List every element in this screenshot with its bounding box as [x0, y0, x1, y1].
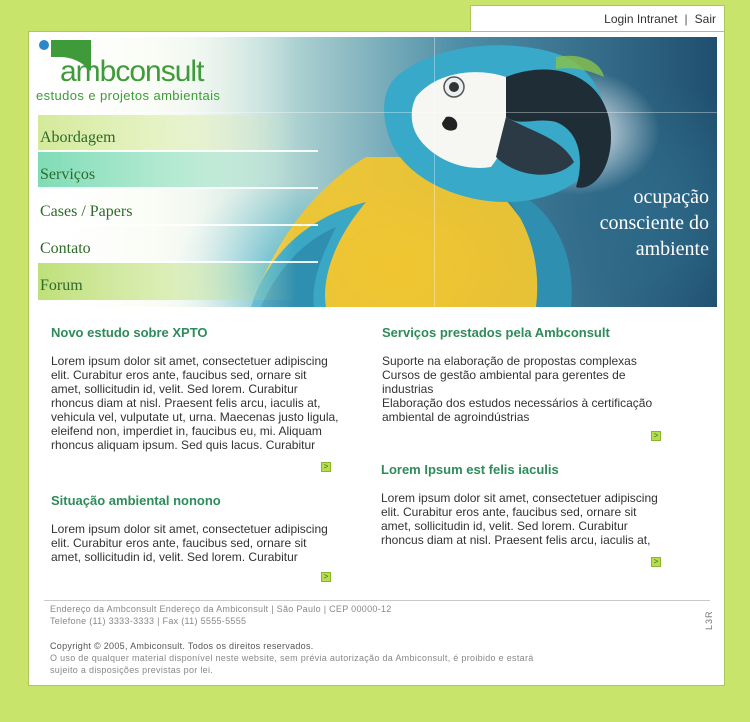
footer-disclaimer: sujeito a disposições previstas por lei.: [50, 665, 214, 675]
nav-item-label: Serviços: [40, 166, 96, 183]
footer-phones: Telefone (11) 3333-3333 | Fax (11) 5555-…: [50, 616, 247, 626]
article-line: Lorem ipsum dolor sit amet, consectetuer…: [51, 354, 328, 368]
nav-item-forum[interactable]: Forum: [38, 263, 318, 300]
article-line: Suporte na elaboração de propostas compl…: [382, 354, 637, 368]
top-bar-separator: |: [684, 12, 688, 26]
page-container: ambconsult estudos e projetos ambientais…: [28, 31, 725, 686]
nav-item-abordagem[interactable]: Abordagem: [38, 115, 318, 152]
slogan-line: ambiente: [635, 238, 709, 260]
article-title[interactable]: Novo estudo sobre XPTO: [51, 325, 351, 340]
designer-credit[interactable]: L3R: [704, 600, 718, 630]
read-more-button[interactable]: >: [321, 462, 331, 472]
article-line: ambiental de agroindústrias: [382, 410, 530, 424]
hero-grid-line: [36, 112, 717, 113]
logo[interactable]: ambconsult estudos e projetos ambientais: [36, 37, 236, 112]
main-nav: Abordagem Serviços Cases / Papers Contat…: [38, 115, 318, 300]
logo-brand: ambconsult: [60, 55, 204, 88]
article-line: amet, sollicitudin id, velit. Sed lorem.…: [381, 519, 628, 533]
top-bar: Login Intranet | Sair: [470, 5, 725, 32]
nav-item-servicos[interactable]: Serviços: [38, 152, 318, 189]
article-line: elit. Curabitur eros ante, faucibus sed,…: [51, 368, 307, 382]
article-line: industrias: [382, 382, 434, 396]
read-more-button[interactable]: >: [321, 572, 331, 582]
article-line: amet, sollicitudin id, velit. Sed lorem.…: [51, 550, 298, 564]
article-line: rhoncus aliquam ipsum. Sed quis lacus. C…: [51, 438, 316, 452]
article-line: Cursos de gestão ambiental para gerentes…: [382, 368, 626, 382]
read-more-button[interactable]: >: [651, 557, 661, 567]
hero-slogan: ocupação consciente do ambiente: [509, 184, 709, 262]
login-intranet-link[interactable]: Login Intranet: [604, 12, 677, 26]
footer-divider: [44, 600, 710, 601]
footer-copyright: Copyright © 2005, Ambiconsult. Todos os …: [50, 641, 314, 651]
hero-banner: ambconsult estudos e projetos ambientais…: [36, 37, 717, 307]
nav-item-cases-papers[interactable]: Cases / Papers: [38, 189, 318, 226]
article-line: elit. Curabitur eros ante, faucibus sed,…: [381, 505, 637, 519]
article-novo-estudo: Novo estudo sobre XPTO Lorem ipsum dolor…: [51, 325, 351, 452]
nav-item-label: Abordagem: [40, 129, 116, 146]
article-title[interactable]: Situação ambiental nonono: [51, 493, 351, 508]
article-line: elit. Curabitur eros ante, faucibus sed,…: [51, 536, 307, 550]
logo-tagline: estudos e projetos ambientais: [36, 88, 221, 103]
article-servicos-prestados: Serviços prestados pela Ambconsult Supor…: [382, 325, 682, 424]
article-line: eleifend non, imperdiet in, faucibus eu,…: [51, 424, 322, 438]
article-line: Elaboração dos estudos necessários à cer…: [382, 396, 653, 410]
article-line: Lorem ipsum dolor sit amet, consectetuer…: [51, 522, 328, 536]
nav-item-label: Forum: [40, 277, 83, 294]
hero-grid-line: [434, 37, 435, 307]
article-situacao-ambiental: Situação ambiental nonono Lorem ipsum do…: [51, 493, 351, 564]
article-line: rhoncus diam at nisl. Praesent felis arc…: [381, 533, 651, 547]
slogan-line: consciente do: [599, 212, 709, 234]
article-lorem-ipsum: Lorem Ipsum est felis iaculis Lorem ipsu…: [381, 462, 681, 547]
article-line: Lorem ipsum dolor sit amet, consectetuer…: [381, 491, 658, 505]
nav-item-label: Cases / Papers: [40, 203, 133, 220]
footer-disclaimer: O uso de qualquer material disponível ne…: [50, 653, 534, 663]
logout-link[interactable]: Sair: [695, 12, 716, 26]
article-title[interactable]: Lorem Ipsum est felis iaculis: [381, 462, 681, 477]
article-title[interactable]: Serviços prestados pela Ambconsult: [382, 325, 682, 340]
slogan-line: ocupação: [633, 186, 709, 208]
nav-item-contato[interactable]: Contato: [38, 226, 318, 263]
article-line: amet, sollicitudin id, velit. Sed lorem.…: [51, 382, 298, 396]
nav-item-label: Contato: [40, 240, 91, 257]
footer-address: Endereço da Ambconsult Endereço da Ambic…: [50, 604, 392, 614]
article-line: rhoncus diam at nisl. Praesent felis arc…: [51, 396, 321, 410]
article-line: vehicula vel, vulputate ut, urna. Maecen…: [51, 410, 339, 424]
read-more-button[interactable]: >: [651, 431, 661, 441]
